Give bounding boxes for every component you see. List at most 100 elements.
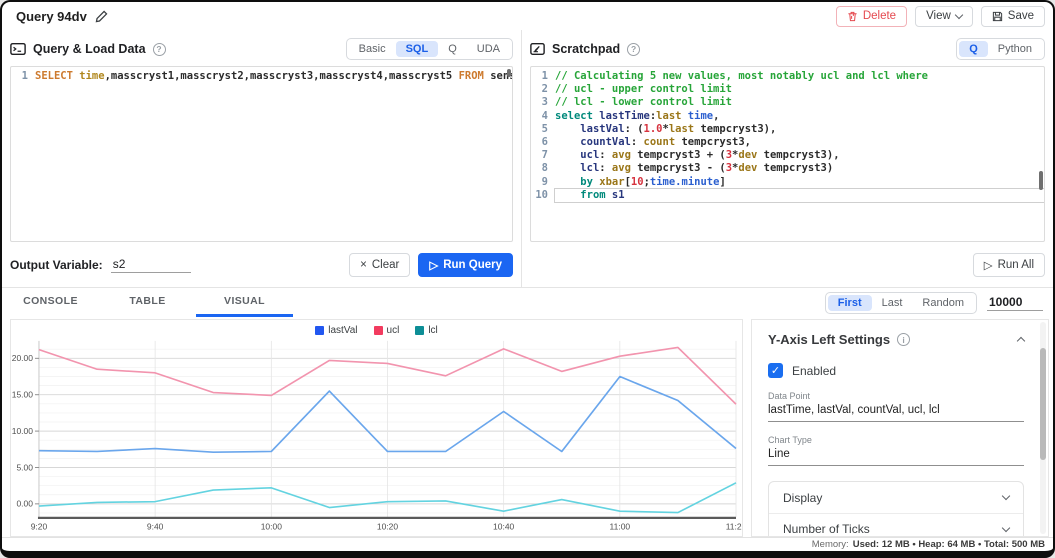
svg-text:11:20: 11:20: [726, 522, 742, 532]
settings-fields: Data PointlastTime, lastVal, countVal, u…: [768, 391, 1024, 466]
legend-swatch: [374, 326, 383, 335]
line-number: 2: [531, 83, 555, 96]
code-text: // lcl - lower control limit: [555, 96, 1044, 109]
run-query-button-label: Run Query: [443, 259, 502, 271]
clear-button[interactable]: × Clear: [349, 253, 410, 277]
visual-section: lastValucllcl 0.005.0010.0015.0020.009:2…: [2, 317, 1053, 537]
svg-text:9:20: 9:20: [31, 522, 48, 532]
code-line-4[interactable]: 4select lastTime:last time,: [531, 110, 1044, 123]
query-panel: Query & Load Data ? BasicSQLQUDA 1SELECT…: [2, 30, 522, 287]
close-icon: ×: [360, 259, 367, 271]
legend-item-ucl[interactable]: ucl: [374, 325, 400, 336]
sample-random[interactable]: Random: [912, 295, 974, 311]
svg-text:10:20: 10:20: [377, 522, 399, 532]
legend-swatch: [315, 326, 324, 335]
line-number: 1: [11, 70, 35, 83]
app-window: Query 94dv Delete View Save: [0, 0, 1055, 558]
accordion-label: Number of Ticks: [783, 522, 870, 536]
field-data-point[interactable]: Data PointlastTime, lastVal, countVal, u…: [768, 391, 1024, 422]
legend-item-lcl[interactable]: lcl: [415, 325, 437, 336]
code-line-2[interactable]: 2// ucl - upper control limit: [531, 83, 1044, 96]
field-label: Data Point: [768, 391, 1024, 401]
code-line-8[interactable]: 8 lcl: avg tempcryst3 - (3*dev tempcryst…: [531, 162, 1044, 175]
tab-python[interactable]: Python: [988, 41, 1042, 57]
tab-console[interactable]: CONSOLE: [2, 288, 99, 317]
settings-scrollbar-thumb[interactable]: [1040, 348, 1046, 460]
svg-text:0.00: 0.00: [16, 499, 33, 509]
legend-label: lastVal: [328, 325, 357, 336]
field-chart-type[interactable]: Chart TypeLine: [768, 435, 1024, 466]
output-variable-label: Output Variable:: [10, 258, 103, 272]
accordion-display[interactable]: Display: [769, 482, 1023, 513]
enabled-checkbox[interactable]: ✓: [768, 363, 783, 378]
code-text: // ucl - upper control limit: [555, 83, 1044, 96]
scratchpad-language-tabs: QPython: [956, 38, 1045, 60]
play-icon: ▷: [429, 258, 438, 272]
code-text: countVal: count tempcryst3,: [555, 136, 1044, 149]
settings-scrollbar-track[interactable]: [1040, 322, 1046, 534]
line-chart[interactable]: 0.005.0010.0015.0020.009:209:4010:0010:2…: [11, 338, 742, 536]
output-variable-input[interactable]: [111, 256, 191, 273]
line-number: 5: [531, 123, 555, 136]
settings-accordion: Display Number of Ticks: [768, 481, 1024, 537]
code-text: ucl: avg tempcryst3 + (3*dev tempcryst3)…: [555, 149, 1044, 162]
line-number: 1: [531, 70, 555, 83]
accordion-label: Display: [783, 491, 822, 505]
save-button[interactable]: Save: [981, 6, 1045, 27]
tab-table[interactable]: TABLE: [99, 288, 196, 317]
code-line-1[interactable]: 1// Calculating 5 new values, most notab…: [531, 70, 1044, 83]
results-bar: CONSOLETABLEVISUAL FirstLastRandom: [2, 287, 1053, 317]
tab-sql[interactable]: SQL: [396, 41, 439, 57]
result-tabs: CONSOLETABLEVISUAL: [2, 288, 293, 317]
code-line-1[interactable]: 1SELECT time,masscryst1,masscryst2,massc…: [11, 70, 512, 83]
scratchpad-editor[interactable]: 1// Calculating 5 new values, most notab…: [530, 66, 1045, 242]
code-line-9[interactable]: 9 by xbar[10;time.minute]: [531, 176, 1044, 189]
line-number: 6: [531, 136, 555, 149]
enabled-row: ✓ Enabled: [768, 363, 1024, 378]
scratchpad-icon: [530, 42, 545, 56]
help-icon[interactable]: ?: [627, 43, 640, 56]
code-line-3[interactable]: 3// lcl - lower control limit: [531, 96, 1044, 109]
collapse-chevron-icon[interactable]: [1017, 337, 1025, 345]
code-text: from s1: [555, 189, 1044, 202]
line-number: 9: [531, 176, 555, 189]
code-line-6[interactable]: 6 countVal: count tempcryst3,: [531, 136, 1044, 149]
help-icon[interactable]: ?: [153, 43, 166, 56]
legend-label: ucl: [387, 325, 400, 336]
scratchpad-editor-scrollbar[interactable]: [1039, 171, 1043, 190]
tab-q[interactable]: Q: [438, 41, 467, 57]
edit-pencil-icon[interactable]: [95, 10, 108, 23]
row-limit-input[interactable]: [987, 294, 1043, 311]
tab-q[interactable]: Q: [959, 41, 988, 57]
delete-button[interactable]: Delete: [836, 6, 907, 27]
code-line-5[interactable]: 5 lastVal: (1.0*last tempcryst3),: [531, 123, 1044, 136]
run-query-button[interactable]: ▷ Run Query: [418, 253, 513, 277]
view-button[interactable]: View: [915, 6, 973, 27]
code-text: lastVal: (1.0*last tempcryst3),: [555, 123, 1044, 136]
info-icon[interactable]: i: [897, 333, 910, 346]
settings-title-row: Y-Axis Left Settings i: [768, 332, 1024, 347]
sample-last[interactable]: Last: [872, 295, 913, 311]
query-panel-title: Query & Load Data: [33, 42, 146, 56]
query-panel-footer: Output Variable: × Clear ▷ Run Query: [10, 242, 513, 287]
query-language-tabs: BasicSQLQUDA: [346, 38, 513, 60]
tab-basic[interactable]: Basic: [349, 41, 396, 57]
scratchpad-panel-title: Scratchpad: [552, 42, 620, 56]
run-all-button[interactable]: ▷ Run All: [973, 253, 1045, 277]
code-line-7[interactable]: 7 ucl: avg tempcryst3 + (3*dev tempcryst…: [531, 149, 1044, 162]
memory-value: Used: 12 MB • Heap: 64 MB • Total: 500 M…: [853, 539, 1045, 550]
sample-first[interactable]: First: [828, 295, 872, 311]
code-line-10[interactable]: 10 from s1: [531, 189, 1044, 202]
accordion-number-of-ticks[interactable]: Number of Ticks: [769, 513, 1023, 537]
sql-editor[interactable]: 1SELECT time,masscryst1,masscryst2,massc…: [10, 66, 513, 242]
sql-editor-scrollbar[interactable]: [507, 69, 511, 77]
svg-text:10:40: 10:40: [493, 522, 515, 532]
tab-visual[interactable]: VISUAL: [196, 288, 293, 317]
code-text: select lastTime:last time,: [555, 110, 1044, 123]
chevron-down-icon: [955, 10, 963, 18]
legend-item-lastVal[interactable]: lastVal: [315, 325, 357, 336]
tab-uda[interactable]: UDA: [467, 41, 510, 57]
trash-icon: [847, 11, 858, 22]
app-header: Query 94dv Delete View Save: [2, 2, 1053, 30]
line-number: 10: [531, 189, 555, 202]
